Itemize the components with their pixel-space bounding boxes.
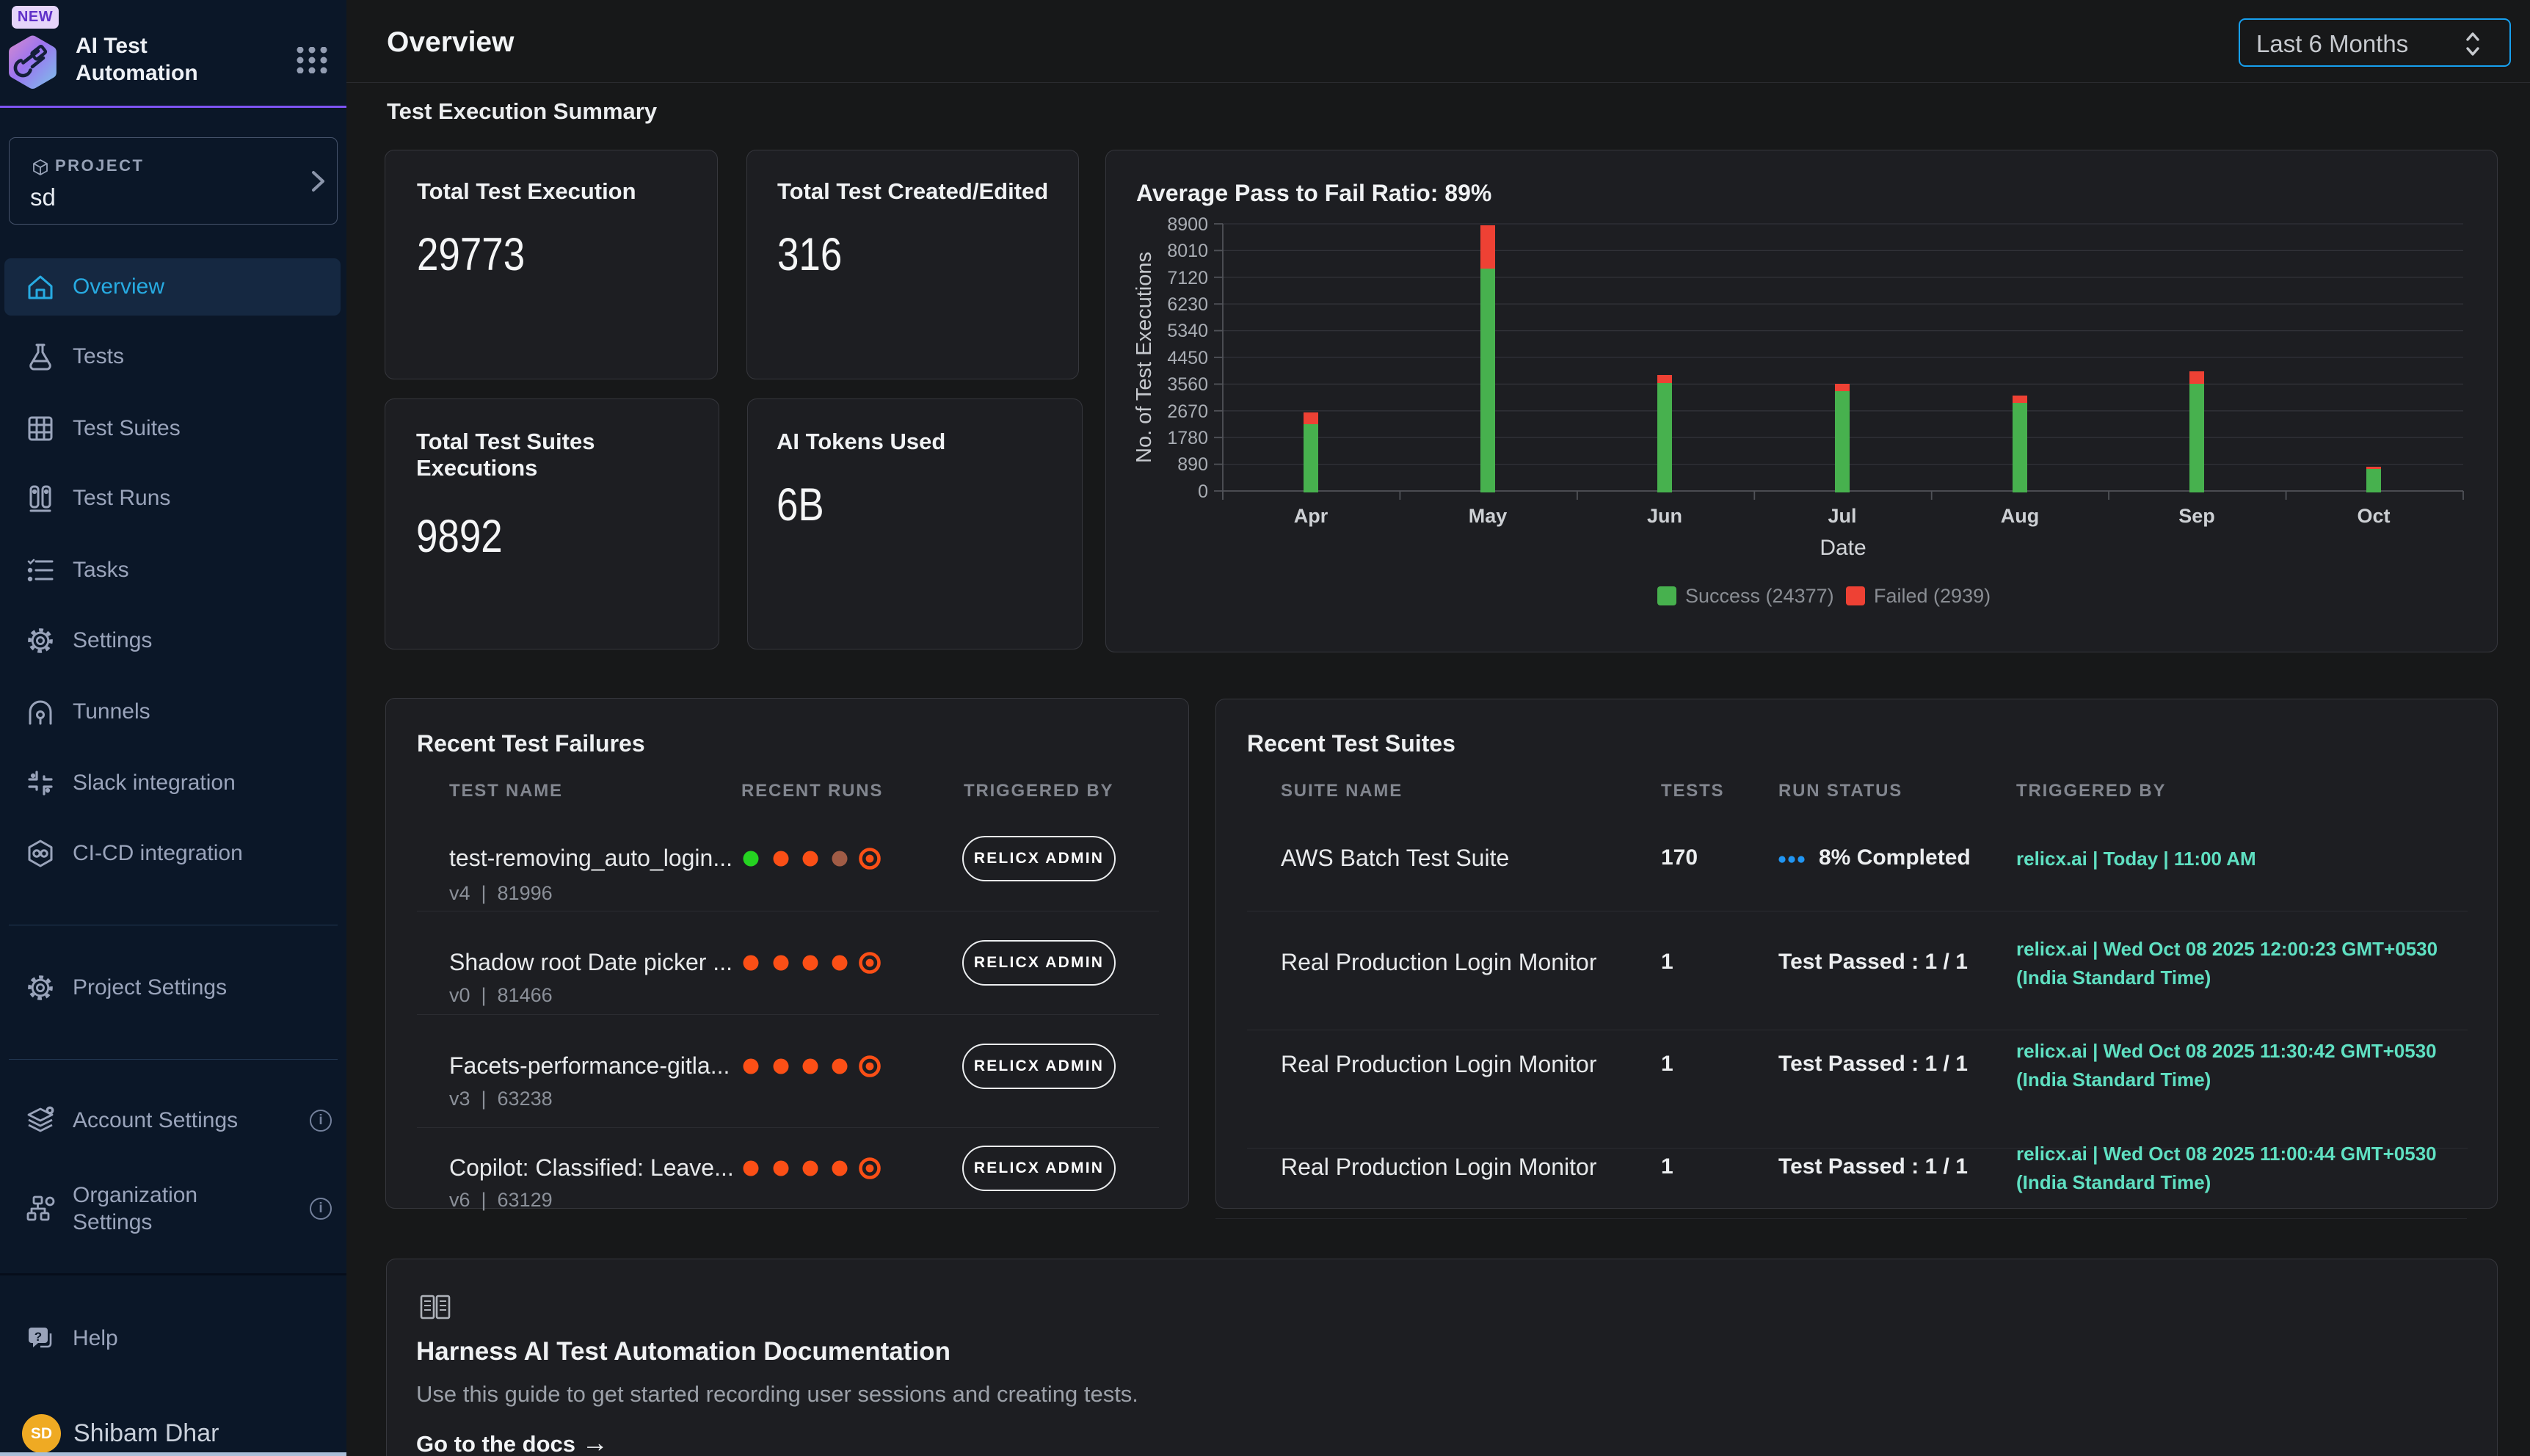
svg-text:Sep: Sep [2178,505,2215,527]
svg-text:7120: 7120 [1167,268,1208,288]
svg-text:Apr: Apr [1294,505,1328,527]
svg-text:?: ? [34,1330,42,1344]
svg-text:2670: 2670 [1167,401,1208,422]
svg-text:8010: 8010 [1167,241,1208,261]
svg-text:Jul: Jul [1828,505,1856,527]
svg-text:Date: Date [1820,536,1866,560]
svg-text:0: 0 [1198,481,1208,502]
svg-text:6230: 6230 [1167,294,1208,315]
svg-text:Oct: Oct [2357,505,2390,527]
svg-text:May: May [1469,505,1508,527]
svg-text:5340: 5340 [1167,321,1208,341]
svg-text:4450: 4450 [1167,348,1208,368]
svg-text:1780: 1780 [1167,428,1208,448]
svg-text:Aug: Aug [2001,505,2039,527]
svg-text:Failed (2939): Failed (2939) [1874,585,1991,607]
svg-text:3560: 3560 [1167,374,1208,395]
svg-text:Success (24377): Success (24377) [1685,585,1834,607]
svg-text:Average Pass to Fail Ratio: 89: Average Pass to Fail Ratio: 89% [1136,180,1491,206]
svg-text:Jun: Jun [1647,505,1682,527]
svg-text:8900: 8900 [1167,214,1208,235]
svg-text:No. of Test Executions: No. of Test Executions [1133,252,1156,463]
svg-text:890: 890 [1177,454,1208,475]
